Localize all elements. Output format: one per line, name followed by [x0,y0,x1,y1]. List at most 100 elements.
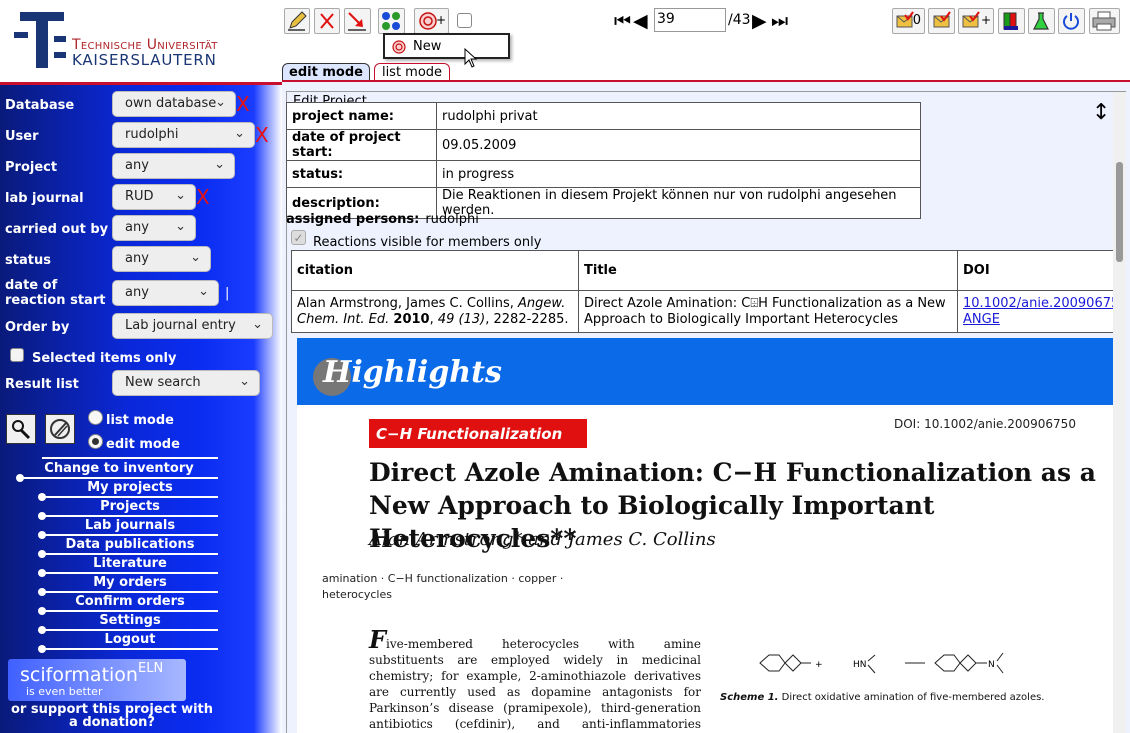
sciformation-tagline: is even better [26,685,103,698]
selected-only-checkbox[interactable] [10,348,24,362]
citation-pages: , 2282-2285. [485,311,569,327]
nav-my-projects[interactable]: My projects [38,479,218,501]
svg-text:HN: HN [853,660,867,670]
tu-logo-icon [14,12,66,68]
page-total: /43 [728,12,751,28]
doi-link[interactable]: 10.1002/anie.200906750 [963,296,1113,311]
clear-lab-journal-icon[interactable]: X [196,185,210,209]
donate-link[interactable]: or support this project with a donation? [6,703,218,729]
project-status-value[interactable]: in progress [436,160,921,188]
table-row: status: in progress [286,160,921,188]
status-select[interactable]: any ⌄ [112,246,211,272]
flask-icon [1033,12,1049,30]
literature-table: citation Title DOI Alan Armstrong, James… [291,250,1114,333]
resize-vertical-icon[interactable]: ↕ [1092,100,1110,125]
messages-button[interactable]: 0 [892,8,925,34]
visible-members-checkbox[interactable]: ✓ [291,230,306,245]
nav-settings[interactable]: Settings [38,612,218,634]
power-button[interactable] [1058,8,1085,34]
scrollbar-thumb[interactable] [1116,162,1123,262]
selected-only-label: Selected items only [32,351,177,366]
prev-page-button[interactable]: ◀ [633,10,648,32]
menu-item-new[interactable]: New [413,39,441,54]
filter-label-lab-journal: lab journal [5,191,84,206]
list-mode-radio[interactable] [88,410,103,425]
nav-literature[interactable]: Literature [38,555,218,577]
chevron-down-icon: ⌄ [234,126,245,141]
print-button[interactable] [1089,8,1120,34]
article-category: C−H Functionalization [369,419,587,448]
clear-user-icon[interactable]: X [255,123,269,147]
date-separator: | [225,286,230,301]
last-page-button[interactable]: ⏭ [771,10,788,32]
search-button[interactable] [6,414,36,444]
mail-add-icon [962,11,980,28]
list-mode-label: list mode [106,413,174,428]
nav-logout[interactable]: Logout [38,631,218,653]
flask-ring-icon [392,40,406,54]
new-mail-button[interactable]: + [958,8,994,34]
nav-data-publications[interactable]: Data publications [38,536,218,558]
carried-out-by-select[interactable]: any ⌄ [112,215,196,241]
first-page-button[interactable]: ⏮ [614,10,631,32]
assigned-value: rudolphi [425,212,479,227]
user-select-value: rudolphi [125,127,179,142]
doi-link-ange[interactable]: ANGE [963,312,1000,327]
new-reaction-button[interactable]: + [414,8,449,34]
project-select[interactable]: any ⌄ [112,153,235,179]
property-key: project name: [286,102,437,130]
status-select-value: any [125,251,149,266]
filter-label-date: date of reaction start [5,278,106,308]
mouse-cursor-icon [464,48,478,68]
delete-button[interactable] [314,8,340,34]
close-icon [320,13,334,29]
result-list-select[interactable]: New search ⌄ [112,370,260,396]
sciformation-logo[interactable]: sciformation ELN is even better [8,659,186,701]
jump-button[interactable] [344,8,371,34]
user-select[interactable]: rudolphi ⌄ [112,122,255,148]
books-icon [1003,12,1018,30]
citation-authors: Alan Armstrong, James C. Collins, [297,295,519,311]
reset-button[interactable] [45,414,75,444]
nav-lab-journals[interactable]: Lab journals [38,517,218,539]
article-authors: Alan Armstrong* and James C. Collins [369,529,716,550]
chevron-down-icon: ⌄ [239,374,250,389]
reaction-scheme-diagram: + HN N [759,652,1004,674]
project-select-value: any [125,158,149,173]
nav-projects[interactable]: Projects [38,498,218,520]
page-number-input[interactable]: 39 [654,8,726,32]
nav-change-to-inventory[interactable]: Change to inventory [16,460,218,482]
project-start-value[interactable]: 09.05.2009 [436,129,921,161]
mail-check-icon [933,11,951,28]
clear-database-icon[interactable]: X [236,92,250,116]
highlights-banner: Highlights [297,338,1113,405]
molecule-button[interactable] [378,8,405,34]
date-select[interactable]: any ⌄ [112,280,219,306]
order-by-select[interactable]: Lab journal entry ⌄ [112,313,273,339]
nav-my-orders[interactable]: My orders [38,574,218,596]
project-description-value[interactable]: Die Reaktionen in diesem Projekt können … [436,187,921,219]
project-name-value[interactable]: rudolphi privat [436,102,921,130]
sciformation-brand: sciformation [20,664,138,686]
visible-members-label: Reactions visible for members only [313,235,542,250]
filter-label-user: User [5,129,39,144]
article-body-text: ive-membered heterocycles with amine sub… [369,637,701,731]
books-button[interactable] [998,8,1025,34]
toolbar-checkbox[interactable] [457,13,472,28]
lab-journal-select[interactable]: RUD ⌄ [112,184,196,210]
chevron-down-icon: ⌄ [252,317,263,332]
power-icon [1063,13,1079,30]
next-page-button[interactable]: ▶ [752,10,767,32]
filter-label-status: status [5,253,51,268]
nav-confirm-orders[interactable]: Confirm orders [38,593,218,615]
scheme-caption: Scheme 1. Direct oxidative amination of … [720,692,1044,703]
confirm-mail-button[interactable] [928,8,955,34]
edit-button[interactable] [284,8,310,34]
project-properties-table: project name: rudolphi privat date of pro… [286,102,921,219]
article-keywords: amination · C−H functionalization · copp… [322,572,564,601]
database-select[interactable]: own database ⌄ [112,91,236,117]
flask-button[interactable] [1028,8,1055,34]
edit-mode-radio[interactable] [88,434,103,449]
vertical-scrollbar[interactable] [1113,92,1126,733]
edit-mode-label: edit mode [106,437,180,452]
